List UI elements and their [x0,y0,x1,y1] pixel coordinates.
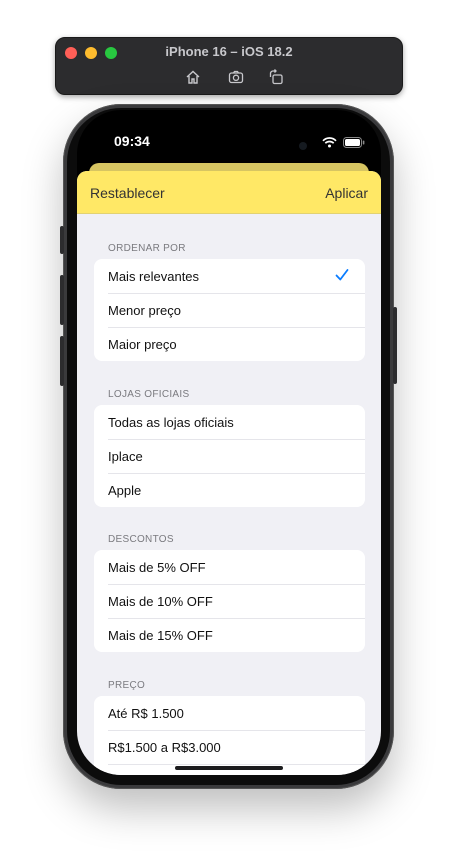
price-option-up-to-1500[interactable]: Até R$ 1.500 [94,696,365,730]
action-button [60,226,64,254]
home-indicator[interactable] [175,766,283,770]
volume-down-button [60,336,64,386]
battery-icon [343,135,365,153]
filter-sheet: Restablecer Aplicar ORDENAR POR Mais rel… [77,171,381,775]
option-label: Até R$ 1.500 [108,705,184,721]
option-label: Mais de 5% OFF [108,559,206,575]
store-option-all[interactable]: Todas as lojas oficiais [94,405,365,439]
volume-up-button [60,275,64,325]
option-label: Apple [108,482,142,498]
option-label: Mais de 15% OFF [108,627,213,643]
option-label: Mais de 10% OFF [108,593,213,609]
store-option-apple[interactable]: Apple [94,473,365,507]
sort-option-highest-price[interactable]: Maior preço [94,327,365,361]
store-option-iplace[interactable]: Iplace [94,439,365,473]
option-label: Iplace [108,448,143,464]
section-title-sort: ORDENAR POR [108,243,186,254]
sort-option-lowest-price[interactable]: Menor preço [94,293,365,327]
price-option-1500-3000[interactable]: R$1.500 a R$3.000 [94,730,365,764]
discount-option-15[interactable]: Mais de 15% OFF [94,618,365,652]
option-label: Maior preço [108,336,177,352]
sort-options-group: Mais relevantes Menor preço Maior preço [94,259,365,361]
discount-option-5[interactable]: Mais de 5% OFF [94,550,365,584]
checkmark-icon [335,269,349,281]
option-label: Mais relevantes [108,268,200,284]
section-title-price: PREÇO [108,680,146,691]
apply-button[interactable]: Aplicar [325,185,368,201]
discount-option-10[interactable]: Mais de 10% OFF [94,584,365,618]
sheet-header: Restablecer Aplicar [77,171,381,214]
reset-button[interactable]: Restablecer [90,185,165,201]
screenshot-icon[interactable] [227,68,245,86]
phone-screen: 09:34 Restablecer Aplicar ORDENAR POR Ma… [77,110,381,775]
price-options-group: Até R$ 1.500 R$1.500 a R$3.000 [94,696,365,775]
camera-icon [299,142,307,150]
rotate-icon[interactable] [267,68,285,86]
section-title-discounts: DESCONTOS [108,534,174,545]
simulator-title: iPhone 16 – iOS 18.2 [165,44,293,59]
status-time: 09:34 [114,133,150,149]
section-title-stores: LOJAS OFICIAIS [108,389,190,400]
option-label: Menor preço [108,302,181,318]
simulator-toolbar: iPhone 16 – iOS 18.2 [55,37,403,95]
stores-options-group: Todas as lojas oficiais Iplace Apple [94,405,365,507]
option-label: Todas as lojas oficiais [108,414,234,430]
wifi-icon [322,135,337,153]
home-icon[interactable] [184,68,202,86]
discount-options-group: Mais de 5% OFF Mais de 10% OFF Mais de 1… [94,550,365,652]
option-label: R$1.500 a R$3.000 [108,739,221,755]
power-button [393,307,397,384]
sort-option-relevance[interactable]: Mais relevantes [94,259,365,293]
